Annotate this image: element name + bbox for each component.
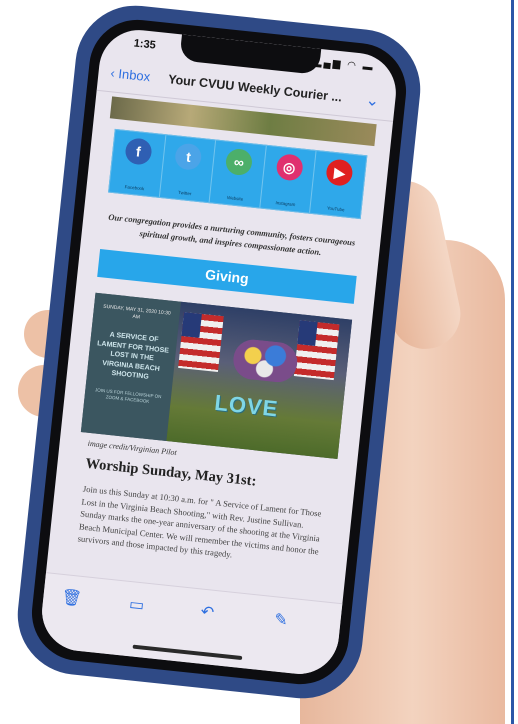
facebook-icon: f bbox=[124, 137, 153, 166]
phone-bezel: 1:35 ▂▄▆ ◠ ▬ ‹ Inbox Your CVUU Weekly Co… bbox=[27, 15, 411, 689]
social-link-facebook[interactable]: f Facebook bbox=[109, 129, 166, 197]
phone-case: 1:35 ▂▄▆ ◠ ▬ ‹ Inbox Your CVUU Weekly Co… bbox=[11, 0, 427, 705]
trash-icon[interactable]: 🗑 bbox=[60, 587, 83, 609]
banner-title: A SERVICE OF LAMENT FOR THOSE LOST IN TH… bbox=[96, 331, 170, 381]
flowers bbox=[231, 337, 300, 385]
social-label: YouTube bbox=[326, 205, 345, 213]
status-time: 1:35 bbox=[133, 37, 157, 52]
back-label: Inbox bbox=[117, 66, 151, 85]
twitter-icon: t bbox=[174, 142, 203, 172]
link-icon: ∞ bbox=[224, 147, 254, 177]
social-label: Twitter bbox=[177, 189, 192, 197]
banner-date: SUNDAY, MAY 31, 2020 10:30 AM bbox=[102, 303, 171, 321]
banner-join-text: JOIN US FOR FELLOWSHIP ON ZOOM & FACEBOO… bbox=[94, 386, 162, 404]
social-link-twitter[interactable]: t Twitter bbox=[159, 135, 217, 203]
worship-body: Join us this Sunday at 10:30 a.m. for " … bbox=[77, 483, 322, 560]
folder-icon[interactable]: ▭ bbox=[128, 594, 145, 615]
memorial-photo: LOVE bbox=[166, 301, 353, 459]
banner-text-panel: SUNDAY, MAY 31, 2020 10:30 AM A SERVICE … bbox=[80, 292, 182, 441]
compose-icon[interactable]: ✎ bbox=[273, 609, 288, 630]
home-indicator bbox=[132, 644, 243, 661]
page-edge-line bbox=[511, 0, 514, 724]
phone-screen: 1:35 ▂▄▆ ◠ ▬ ‹ Inbox Your CVUU Weekly Co… bbox=[38, 26, 400, 678]
back-to-inbox-button[interactable]: ‹ Inbox bbox=[110, 65, 151, 84]
chevron-down-icon[interactable]: ⌄ bbox=[365, 90, 380, 111]
social-label: Instagram bbox=[275, 200, 296, 208]
service-banner-image[interactable]: SUNDAY, MAY 31, 2020 10:30 AM A SERVICE … bbox=[80, 292, 353, 459]
instagram-icon: ◎ bbox=[274, 153, 304, 182]
social-link-website[interactable]: ∞ Website bbox=[209, 140, 267, 208]
social-link-instagram[interactable]: ◎ Instagram bbox=[260, 145, 317, 213]
youtube-icon: ▶ bbox=[325, 158, 354, 187]
social-link-youtube[interactable]: ▶ YouTube bbox=[310, 151, 366, 218]
social-label: Website bbox=[226, 195, 244, 202]
love-letters: LOVE bbox=[213, 389, 280, 422]
flag-right bbox=[293, 320, 340, 381]
flag-left bbox=[178, 312, 224, 372]
social-links-bar: f Facebook t Twitter ∞ Website ◎ Instagram ▶ YouT… bbox=[108, 128, 368, 220]
social-label: Facebook bbox=[124, 184, 145, 192]
email-content[interactable]: f Facebook t Twitter ∞ Website ◎ Instagram ▶ YouT… bbox=[46, 91, 393, 604]
reply-icon[interactable]: ↶ bbox=[200, 602, 215, 623]
status-icons: ▂▄▆ ◠ ▬ bbox=[313, 56, 376, 74]
